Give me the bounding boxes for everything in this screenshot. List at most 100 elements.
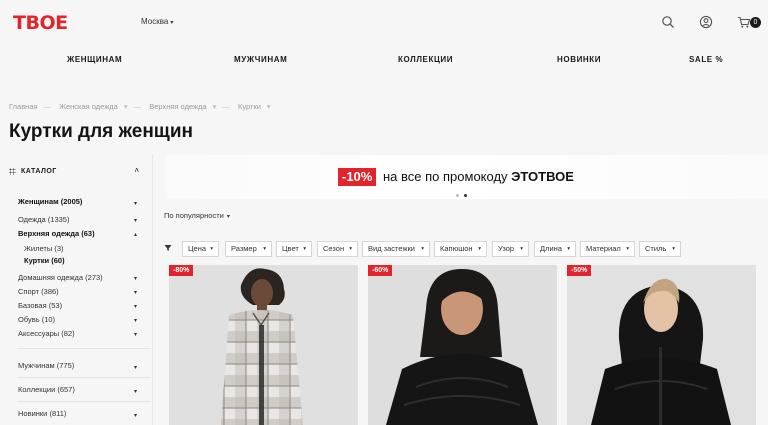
chevron-down-icon[interactable]: ▾ [134,275,137,282]
breadcrumb: Главная — Женская одежда ▾ — Верхняя одежда… [9,102,277,111]
promo-banner[interactable]: -10% на все по промокоду ЭТОТВОЕ [165,155,768,199]
breadcrumb-jackets[interactable]: Куртки [238,102,261,111]
chevron-down-icon: ▾ [478,246,481,252]
grid-icon [9,168,16,175]
sidebar-divider [17,401,151,402]
main-nav: ЖЕНЩИНАМ МУЖЧИНАМ КОЛЛЕКЦИИ НОВИНКИ SALE… [0,55,768,69]
logo[interactable]: TBOE [13,12,68,34]
chevron-up-icon[interactable]: ▴ [134,231,137,238]
filter-chip-pattern[interactable]: Узор ▾ [492,241,529,257]
nav-item-sale[interactable]: SALE % [689,55,723,64]
chevron-down-icon[interactable]: ▾ [134,289,137,296]
sidebar-item-clothing[interactable]: Одежда (1335) [18,215,69,224]
sort-dropdown[interactable]: По популярности ▾ [164,211,230,220]
filter-chip-label: Цена [188,244,207,253]
filter-chip-label: Капюшон [440,244,473,253]
sidebar-item-accessories[interactable]: Аксессуары (82) [18,329,75,338]
city-selector[interactable]: Москва ▾ [141,17,173,26]
nav-item-women[interactable]: ЖЕНЩИНАМ [67,55,122,64]
sidebar-divider [17,377,151,378]
breadcrumb-outerwear[interactable]: Верхняя одежда [149,102,206,111]
carousel-dot-active[interactable] [464,194,467,197]
chevron-down-icon: ▾ [626,246,629,252]
chevron-down-icon: ▾ [266,102,271,111]
chevron-down-icon: ▾ [170,20,174,26]
breadcrumb-home[interactable]: Главная [9,102,38,111]
chevron-down-icon: ▾ [672,246,675,252]
carousel-dot[interactable] [456,194,459,197]
promo-caption: на все по промокоду [383,169,508,184]
site-header: TBOE Москва ▾ 0 [0,0,768,46]
filter-chip-material[interactable]: Материал ▾ [580,241,635,257]
promo-discount-badge: -10% [338,168,377,186]
chevron-down-icon: ▾ [520,246,523,252]
filter-chip-label: Вид застежки [368,244,415,253]
filter-chip-color[interactable]: Цвет ▾ [276,241,312,257]
filter-chip-style[interactable]: Стиль ▾ [639,241,681,257]
filter-chip-label: Стиль [645,244,667,253]
chevron-down-icon[interactable]: ▾ [134,388,137,395]
chevron-down-icon[interactable]: ▾ [134,331,137,338]
product-image[interactable] [368,265,557,425]
filter-chip-label: Цвет [282,244,299,253]
catalog-header[interactable]: КАТАЛОГ ˄ [9,164,151,180]
sidebar-item-collections[interactable]: Коллекции (657) [18,385,75,394]
sidebar-item-vests[interactable]: Жилеты (3) [24,244,64,253]
nav-item-new[interactable]: НОВИНКИ [557,55,601,64]
chevron-down-icon: ▾ [421,246,424,252]
breadcrumb-women-clothing[interactable]: Женская одежда [59,102,118,111]
promo-text: на все по промокоду ЭТОТВОЕ [383,169,574,184]
sidebar-item-outerwear[interactable]: Верхняя одежда (63) [18,229,95,238]
nav-item-collections[interactable]: КОЛЛЕКЦИИ [398,55,453,64]
promo-code: ЭТОТВОЕ [511,169,574,184]
sidebar-item-jackets[interactable]: Куртки (60) [24,256,65,265]
catalog-label: КАТАЛОГ [21,168,57,175]
filter-chip-hood[interactable]: Капюшон ▾ [434,241,487,257]
filter-chip-fastener[interactable]: Вид застежки ▾ [362,241,430,257]
chevron-down-icon[interactable]: ▾ [134,412,137,419]
chevron-up-icon: ˄ [134,166,139,175]
breadcrumb-separator: — [222,102,230,111]
sidebar-divider-line [152,154,153,425]
nav-item-men[interactable]: МУЖЧИНАМ [234,55,287,64]
chevron-down-icon: ▾ [123,102,128,111]
search-icon[interactable] [661,15,675,29]
breadcrumb-separator: — [43,102,52,111]
sidebar-item-women[interactable]: Женщинам (2005) [18,197,82,206]
product-card[interactable]: -80% [169,265,358,425]
chevron-down-icon: ▾ [567,246,570,252]
filter-chip-price[interactable]: Цена ▾ [182,241,219,257]
chevron-down-icon[interactable]: ▾ [134,303,137,310]
sidebar-item-men[interactable]: Мужчинам (775) [18,361,74,370]
chevron-down-icon[interactable]: ▾ [134,200,137,207]
sidebar-item-homewear[interactable]: Домашняя одежда (273) [18,273,103,282]
filter-chip-size[interactable]: Размер ▾ [225,241,272,257]
cart-icon[interactable] [737,15,751,29]
user-icon[interactable] [699,15,713,29]
chevron-down-icon: ▾ [210,246,213,252]
chevron-down-icon[interactable]: ▾ [134,364,137,371]
filter-chip-length[interactable]: Длина ▾ [534,241,576,257]
chevron-down-icon: ▾ [349,246,352,252]
filter-icon[interactable] [164,244,172,254]
filter-chip-label: Материал [586,244,621,253]
chevron-down-icon: ▾ [212,102,217,111]
city-label: Москва [141,17,169,26]
product-card[interactable]: -50% [567,265,756,425]
product-image[interactable] [567,265,756,425]
chevron-down-icon[interactable]: ▾ [134,317,137,324]
sidebar-item-shoes[interactable]: Обувь (10) [18,315,55,324]
discount-badge: -50% [567,265,592,276]
sidebar-item-sport[interactable]: Спорт (386) [18,287,59,296]
sidebar-item-new[interactable]: Новинки (811) [18,409,66,418]
sidebar-divider [17,348,151,349]
sidebar-item-basic[interactable]: Базовая (53) [18,301,62,310]
product-image[interactable] [169,265,358,425]
product-card[interactable]: -60% [368,265,557,425]
chevron-down-icon[interactable]: ▾ [134,217,137,224]
filter-chip-label: Длина [540,244,562,253]
discount-badge: -80% [169,265,194,276]
filter-chip-season[interactable]: Сезон ▾ [317,241,358,257]
discount-badge: -60% [368,265,393,276]
cart-count-badge: 0 [750,17,761,28]
